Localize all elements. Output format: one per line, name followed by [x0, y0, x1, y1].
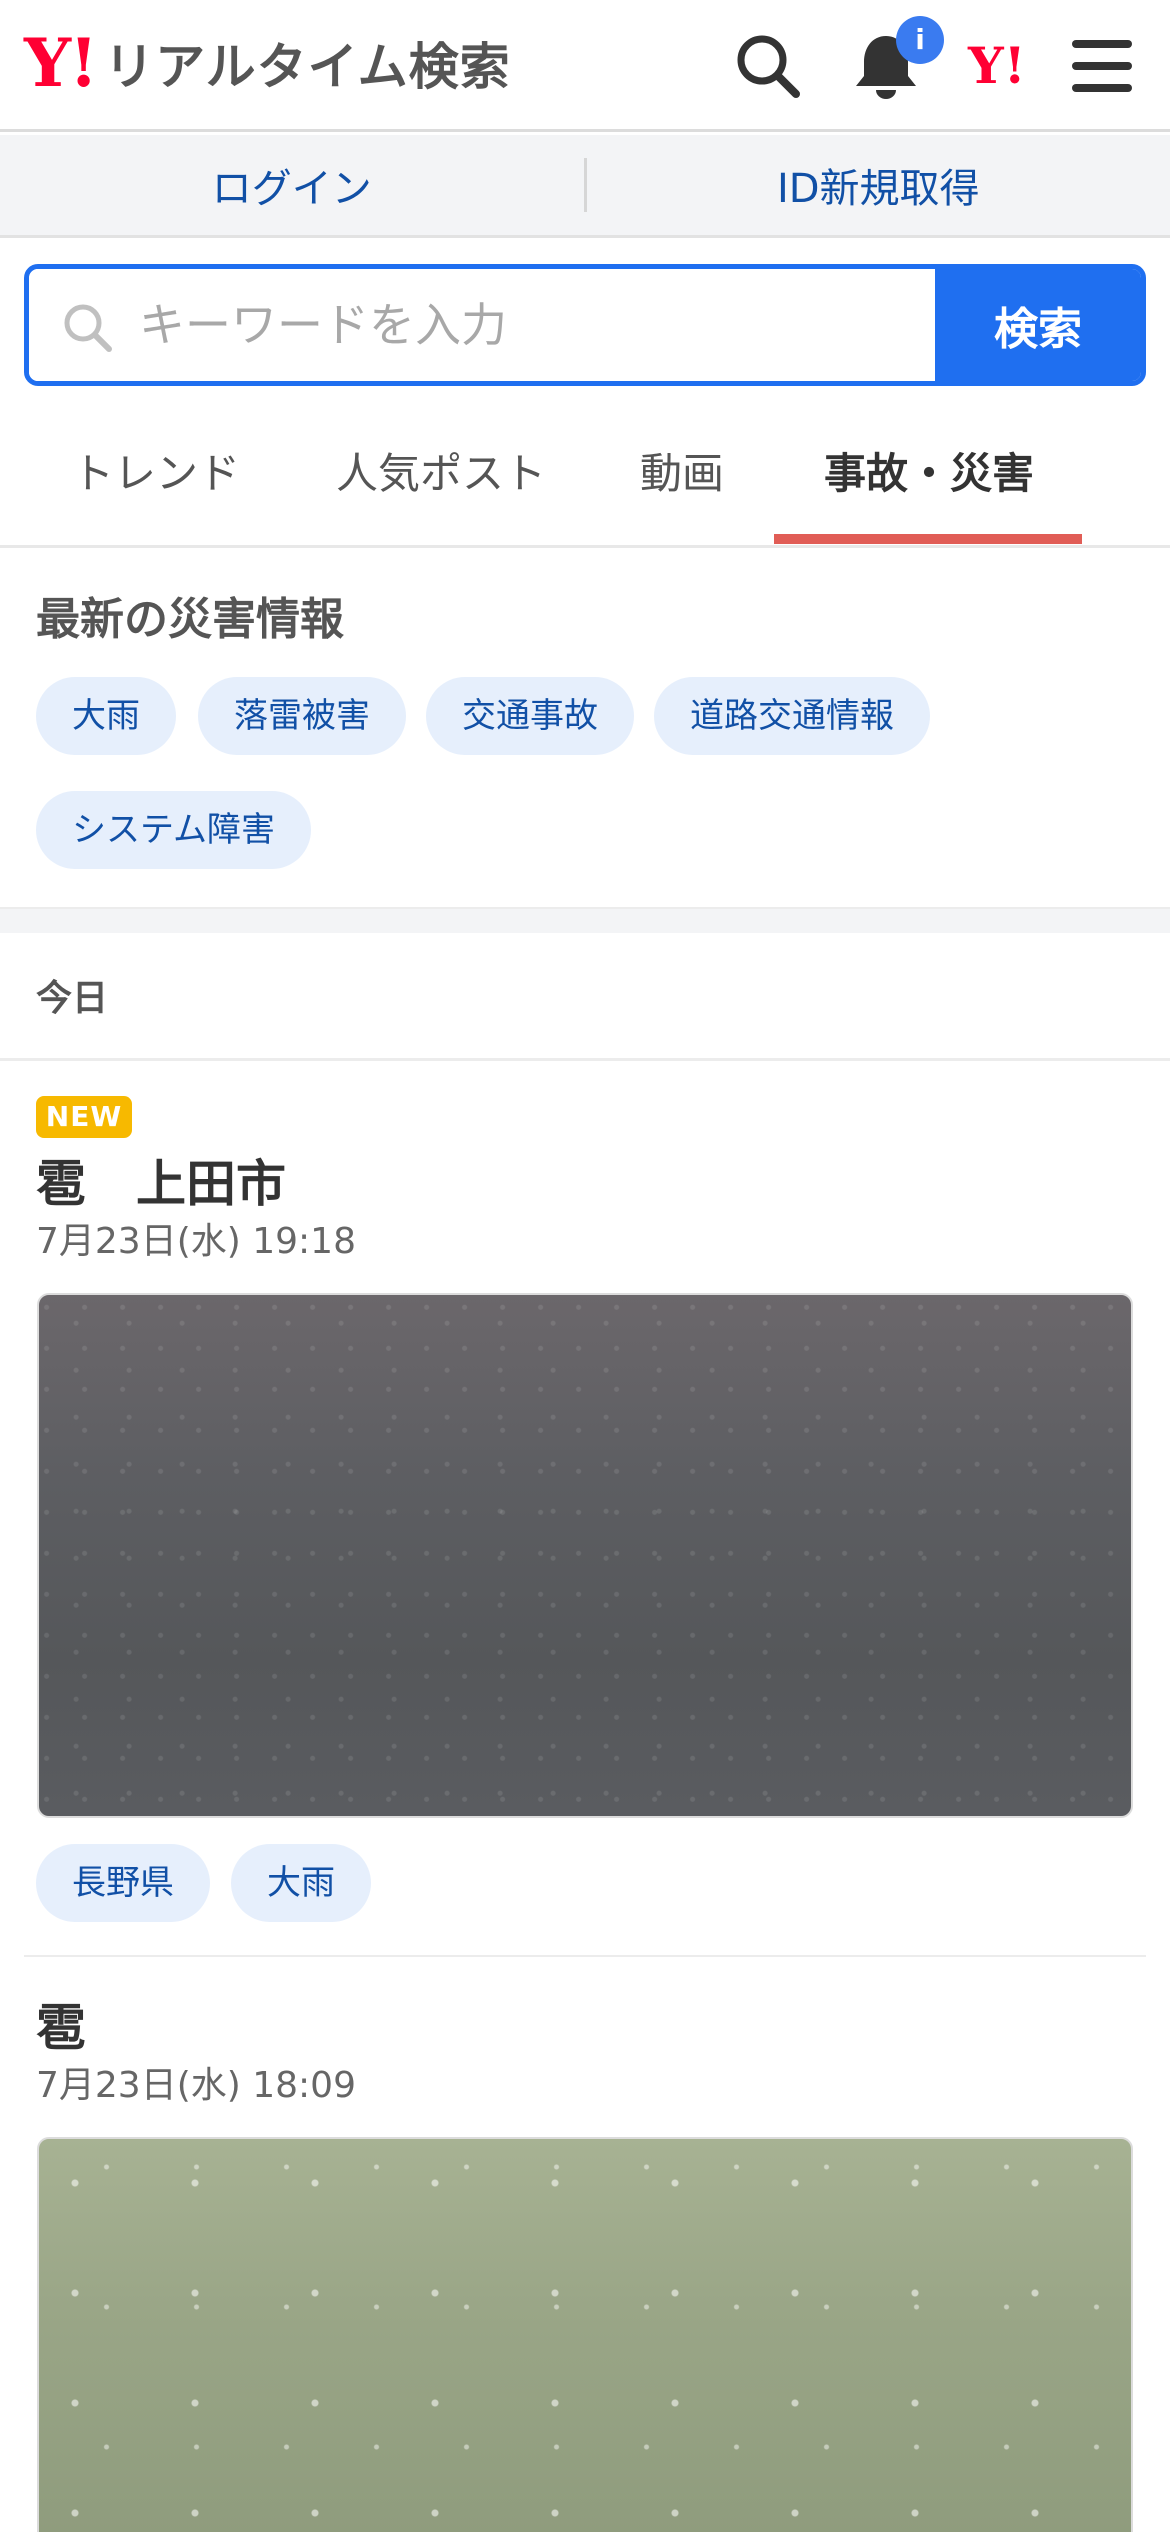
post-image[interactable] — [37, 1293, 1133, 1818]
post-title[interactable]: 雹 — [36, 1988, 86, 2060]
search-input[interactable] — [139, 269, 939, 381]
notification-badge: i — [896, 16, 944, 64]
search-field — [29, 269, 939, 381]
post-divider — [24, 1955, 1146, 1957]
new-badge: NEW — [36, 1096, 132, 1138]
logo-text: リアルタイム検索 — [104, 38, 511, 96]
category-tabs: トレンド 人気ポスト 動画 事故・災害 — [0, 400, 1170, 548]
yahoo-japan-icon[interactable]: Y! — [968, 36, 1048, 96]
hamburger-menu-icon[interactable] — [1070, 28, 1146, 104]
tab-popular-posts[interactable]: 人気ポスト — [336, 440, 546, 548]
chip-lightning-damage[interactable]: 落雷被害 — [198, 677, 406, 755]
search-button[interactable]: 検索 — [935, 269, 1141, 381]
yahoo-logo-mark: Y! — [24, 24, 98, 102]
post-title[interactable]: 雹 上田市 — [36, 1144, 286, 1216]
post-image[interactable] — [37, 2137, 1133, 2532]
header: Y! リアルタイム検索 i Y! — [0, 0, 1170, 132]
post-tag-nagano[interactable]: 長野県 — [36, 1844, 210, 1922]
active-tab-indicator — [774, 534, 1082, 544]
chip-system-outage[interactable]: システム障害 — [36, 791, 311, 869]
yahoo-realtime-logo[interactable]: Y! リアルタイム検索 — [24, 28, 511, 98]
chip-heavy-rain[interactable]: 大雨 — [36, 677, 176, 755]
post-date: 7月23日(水) 19:18 — [36, 1221, 356, 1262]
section-title: 最新の災害情報 — [36, 594, 344, 645]
search-icon[interactable] — [730, 28, 806, 104]
register-id-link[interactable]: ID新規取得 — [587, 156, 1170, 214]
page: Y! リアルタイム検索 i Y! ログイン ID新規取得 キーワードを入力 検索… — [0, 0, 1170, 2532]
post-date: 7月23日(水) 18:09 — [36, 2065, 356, 2106]
login-link[interactable]: ログイン — [0, 156, 584, 214]
account-bar: ログイン ID新規取得 — [0, 135, 1170, 238]
section-spacer — [0, 907, 1170, 933]
tab-trend[interactable]: トレンド — [72, 440, 240, 548]
chip-road-traffic-info[interactable]: 道路交通情報 — [654, 677, 930, 755]
post-tag-heavy-rain[interactable]: 大雨 — [231, 1844, 371, 1922]
search-field-icon — [64, 304, 112, 352]
tab-accidents-disasters[interactable]: 事故・災害 — [824, 440, 1034, 548]
date-group-header: 今日 — [0, 933, 1170, 1061]
search-box: 検索 — [24, 264, 1146, 386]
chip-traffic-accident[interactable]: 交通事故 — [426, 677, 634, 755]
disaster-info-section: 最新の災害情報 大雨 落雷被害 交通事故 道路交通情報 システム障害 — [0, 551, 1170, 907]
date-group-label: 今日 — [36, 978, 109, 1019]
tab-videos[interactable]: 動画 — [640, 440, 724, 548]
